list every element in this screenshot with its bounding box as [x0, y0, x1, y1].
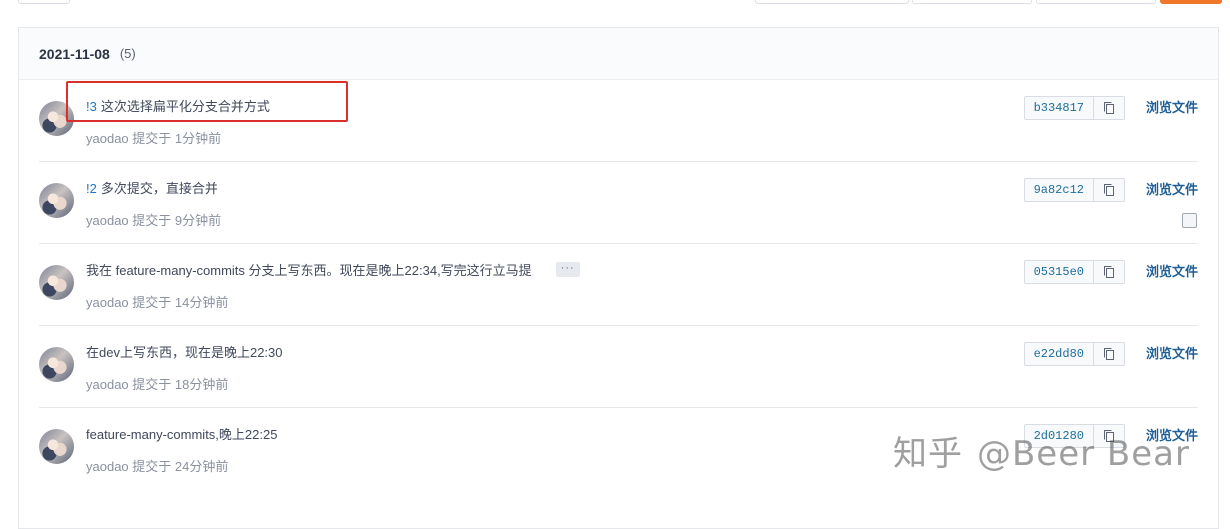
- copy-icon-glyph: [1104, 266, 1114, 278]
- commit-time: 提交于 14分钟前: [132, 295, 229, 310]
- sha-box: b334817: [1023, 96, 1125, 120]
- watermark-handle: @Beer Bear: [976, 434, 1190, 474]
- browse-files-link[interactable]: 浏览文件: [1146, 343, 1198, 362]
- commit-time: 提交于 1分钟前: [132, 131, 222, 146]
- top-primary-button[interactable]: [1160, 0, 1222, 4]
- commit-group-header: 2021-11-08 (5): [19, 28, 1218, 80]
- commit-sha[interactable]: 9a82c12: [1025, 179, 1094, 201]
- commit-message-text[interactable]: 这次选择扁平化分支合并方式: [101, 99, 270, 114]
- commit-message[interactable]: feature-many-commits,晚上22:25: [86, 424, 277, 443]
- sha-box: 05315e0: [1023, 260, 1125, 284]
- commit-meta: yaodao 提交于 9分钟前: [86, 210, 221, 229]
- watermark: 知乎 @Beer Bear: [893, 426, 1198, 475]
- author-name[interactable]: yaodao: [86, 131, 129, 146]
- commit-meta: yaodao 提交于 18分钟前: [86, 374, 228, 393]
- author-name[interactable]: yaodao: [86, 295, 129, 310]
- expand-message-button[interactable]: ···: [555, 262, 580, 278]
- commit-time: 提交于 9分钟前: [132, 213, 222, 228]
- commit-row: !2 多次提交，直接合并 yaodao 提交于 9分钟前 9a82c12 浏览文件: [39, 162, 1198, 244]
- sha-box: e22dd80: [1023, 342, 1125, 366]
- commit-meta: yaodao 提交于 24分钟前: [86, 456, 228, 475]
- browse-files-link[interactable]: 浏览文件: [1146, 179, 1198, 198]
- commit-time: 提交于 18分钟前: [132, 377, 229, 392]
- top-filter-control-3[interactable]: [1036, 0, 1156, 4]
- commit-meta: yaodao 提交于 1分钟前: [86, 128, 221, 147]
- author-avatar[interactable]: [39, 429, 74, 464]
- watermark-brand: 知乎: [892, 434, 963, 474]
- commit-time: 提交于 24分钟前: [132, 459, 229, 474]
- copy-icon-glyph: [1104, 102, 1114, 114]
- copy-icon[interactable]: [1094, 97, 1124, 119]
- author-name[interactable]: yaodao: [86, 459, 129, 474]
- copy-icon-glyph: [1104, 184, 1114, 196]
- commit-checkbox[interactable]: [1182, 213, 1197, 228]
- commit-message-text[interactable]: 在dev上写东西，现在是晚上22:30: [86, 345, 283, 360]
- author-name[interactable]: yaodao: [86, 213, 129, 228]
- sha-box: 9a82c12: [1023, 178, 1125, 202]
- copy-icon[interactable]: [1094, 343, 1124, 365]
- author-avatar[interactable]: [39, 347, 74, 382]
- pr-link[interactable]: !3: [86, 99, 97, 114]
- commit-message[interactable]: !2 多次提交，直接合并: [86, 178, 218, 197]
- top-left-control[interactable]: [18, 0, 70, 4]
- commit-message-text[interactable]: feature-many-commits,晚上22:25: [86, 427, 277, 442]
- author-name[interactable]: yaodao: [86, 377, 129, 392]
- commit-sha[interactable]: 05315e0: [1025, 261, 1094, 283]
- commit-row: !3 这次选择扁平化分支合并方式 yaodao 提交于 1分钟前 b334817 …: [39, 80, 1198, 162]
- browse-files-link[interactable]: 浏览文件: [1146, 97, 1198, 116]
- commit-message[interactable]: 在dev上写东西，现在是晚上22:30: [86, 342, 283, 361]
- commit-message[interactable]: 我在 feature-many-commits 分支上写东西。现在是晚上22:3…: [86, 260, 580, 279]
- author-avatar[interactable]: [39, 265, 74, 300]
- author-avatar[interactable]: [39, 101, 74, 136]
- commit-sha[interactable]: e22dd80: [1025, 343, 1094, 365]
- commit-row: 在dev上写东西，现在是晚上22:30 yaodao 提交于 18分钟前 e22…: [39, 326, 1198, 408]
- commit-message-text[interactable]: 我在 feature-many-commits 分支上写东西。现在是晚上22:3…: [86, 263, 532, 278]
- group-date: 2021-11-08: [39, 45, 110, 62]
- copy-icon[interactable]: [1094, 179, 1124, 201]
- browse-files-link[interactable]: 浏览文件: [1146, 261, 1198, 280]
- commit-meta: yaodao 提交于 14分钟前: [86, 292, 228, 311]
- commit-sha[interactable]: b334817: [1025, 97, 1094, 119]
- copy-icon[interactable]: [1094, 261, 1124, 283]
- author-avatar[interactable]: [39, 183, 74, 218]
- commit-message-text[interactable]: 多次提交，直接合并: [101, 181, 218, 196]
- commit-message[interactable]: !3 这次选择扁平化分支合并方式: [86, 96, 270, 115]
- top-filter-control-1[interactable]: [755, 0, 909, 4]
- commit-row: 我在 feature-many-commits 分支上写东西。现在是晚上22:3…: [39, 244, 1198, 326]
- copy-icon-glyph: [1104, 348, 1114, 360]
- top-filter-control-2[interactable]: [912, 0, 1032, 4]
- pr-link[interactable]: !2: [86, 181, 97, 196]
- group-count: (5): [119, 46, 136, 61]
